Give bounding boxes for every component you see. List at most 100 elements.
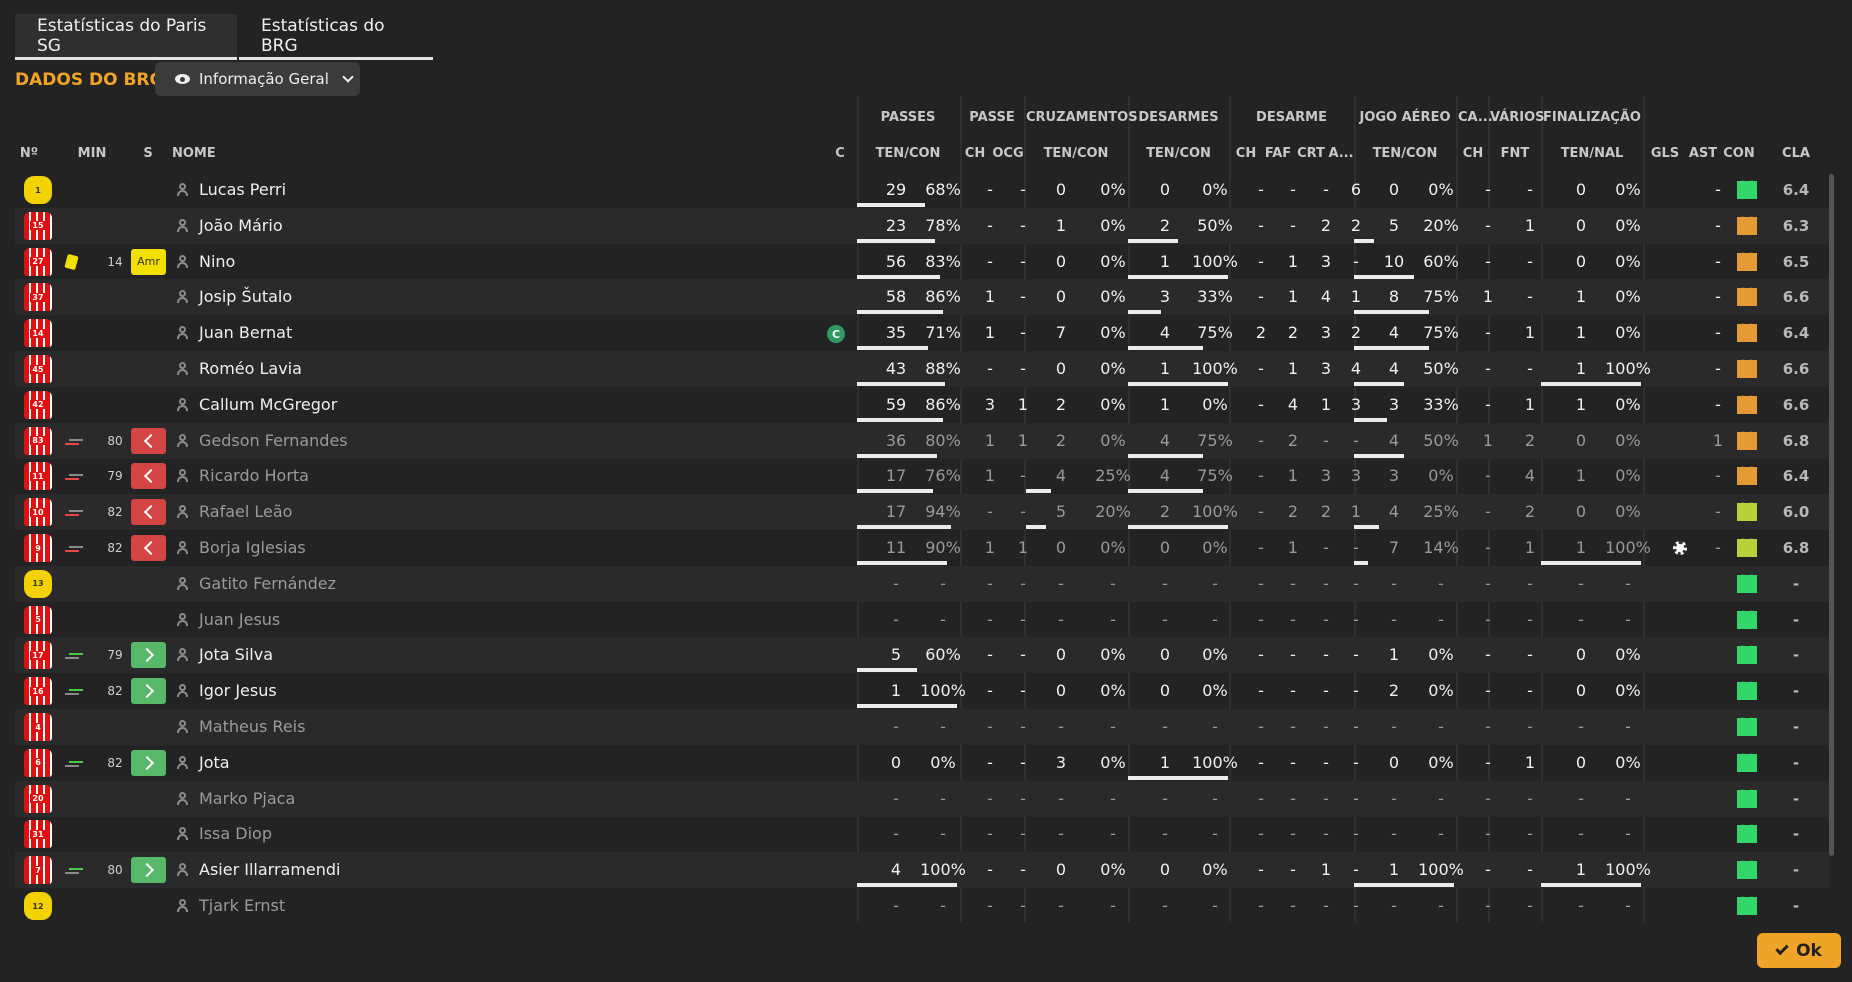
player-name[interactable]: Ricardo Horta	[199, 458, 309, 494]
column-header-gls[interactable]: GLS	[1650, 146, 1680, 161]
aerial-attempted: -	[1391, 896, 1397, 915]
player-row[interactable]: 16 82 Igor Jesus 1 100% - -0 0% 0 0% - - - -2 0% - -0 0% -	[15, 673, 1830, 709]
column-header-con[interactable]: CON	[1722, 146, 1756, 161]
player-name[interactable]: Matheus Reis	[199, 709, 305, 745]
passe-ocg: -	[1020, 573, 1026, 593]
desarme-faf: 2	[1287, 323, 1299, 343]
player-row[interactable]: 5 Juan Jesus - - - - - - - - - - - - - - - - - - -	[15, 602, 1830, 638]
player-name[interactable]: João Mário	[199, 208, 283, 244]
ca-ch: -	[1485, 323, 1491, 343]
tab-brg-stats[interactable]: Estatísticas do BRG	[239, 14, 433, 60]
crosses-attempted: -	[1058, 788, 1064, 808]
player-row[interactable]: 37 Josip Šutalo 58 86% 1-0 0% 3 33% -1 4 1 8 75% 1-1 0…	[15, 279, 1830, 316]
condition-heart-icon	[1737, 503, 1757, 522]
desarme-faf: -	[1290, 717, 1296, 736]
subbed-on-button[interactable]	[131, 857, 166, 884]
assists: -	[1715, 323, 1721, 343]
column-header-name[interactable]: NOME	[172, 146, 216, 161]
player-name[interactable]: Josip Šutalo	[199, 279, 292, 315]
player-name[interactable]: Callum McGregor	[199, 387, 337, 423]
player-row[interactable]: 83 80 Gedson Fernandes 36 80% 1 1 2 0% 4 75% -2- -4 5…	[15, 422, 1830, 459]
player-row[interactable]: 9 82 Borja Iglesias 11 90% 1 1 0 0% 0 0% -1- -7 14% -1…	[15, 530, 1830, 566]
column-header-ca-ch[interactable]: CH	[1460, 146, 1486, 161]
column-header-crosses[interactable]: TEN/CON	[1026, 146, 1126, 161]
player-name[interactable]: Issa Diop	[199, 816, 272, 852]
ok-button[interactable]: Ok	[1757, 933, 1841, 968]
player-row[interactable]: 31 Issa Diop - - - - - - - - - - - - - - - - - - -	[15, 816, 1830, 852]
player-name[interactable]: Jota	[199, 745, 230, 781]
aerial-attempted: -	[1391, 788, 1397, 808]
player-name[interactable]: Jota Silva	[199, 637, 273, 673]
player-row[interactable]: 1 Lucas Perri 29 68% - -0 0% 0 0% - - -6 0 0% - -0 0% -6.…	[15, 172, 1830, 208]
column-header-crt[interactable]: CRT	[1296, 146, 1326, 161]
column-header-number[interactable]: Nº	[15, 146, 43, 161]
player-row[interactable]: 42 Callum McGregor 59 86% 3 1 2 0% 1 0% -4 1 3 3 33% -1…	[15, 387, 1830, 423]
player-row[interactable]: 11 79 Ricardo Horta 17 76% 1-4 25% 4 75% -1 3 3 3 0% -…	[15, 458, 1830, 494]
player-row[interactable]: 20 Marko Pjaca - - - - - - - - - - - - - - - - - - -	[15, 780, 1830, 817]
player-rating: -	[1792, 610, 1800, 629]
player-row[interactable]: 17 79 Jota Silva 5 60% - -0 0% 0 0% - - - -1 0% - -0 0% -	[15, 637, 1830, 674]
subbed-on-button[interactable]	[131, 642, 166, 669]
condition-heart-icon	[1737, 288, 1757, 307]
player-row[interactable]: 12 Tjark Ernst - - - - - - - - - - - - - - - - - - -	[15, 888, 1830, 924]
player-name[interactable]: Rafael Leão	[199, 494, 292, 530]
player-name[interactable]: Igor Jesus	[199, 673, 277, 709]
desarme-crt: -	[1323, 609, 1329, 629]
column-header-a[interactable]: A...	[1328, 146, 1354, 161]
column-header-passe-ch[interactable]: CH	[962, 146, 988, 161]
column-header-aerial[interactable]: TEN/CON	[1356, 146, 1454, 161]
column-header-shots[interactable]: TEN/NAL	[1543, 146, 1641, 161]
aerial-attempted: 0	[1388, 180, 1400, 199]
view-selector-dropdown[interactable]: Informação Geral	[155, 62, 360, 96]
column-header-faf[interactable]: FAF	[1264, 146, 1292, 161]
column-header-desarme-ch[interactable]: CH	[1234, 146, 1258, 161]
subbed-off-button[interactable]	[131, 535, 166, 561]
player-name[interactable]: Juan Bernat	[199, 315, 292, 351]
column-header-cla[interactable]: CLA	[1780, 146, 1812, 161]
player-name[interactable]: Juan Jesus	[199, 602, 280, 638]
desarme-crt: 4	[1320, 287, 1332, 307]
subbed-on-button[interactable]	[131, 749, 166, 776]
passe-ch: 1	[984, 466, 996, 486]
shots-on-target-pct: 0%	[1615, 681, 1641, 701]
player-name[interactable]: Marko Pjaca	[199, 781, 295, 817]
column-header-tackles[interactable]: TEN/CON	[1130, 146, 1227, 161]
column-header-passe-ocg[interactable]: OCG	[992, 146, 1024, 161]
player-row[interactable]: 10 82 Rafael Leão 17 94% - -5 20% 2 100% -2 2 1 4 25% -…	[15, 494, 1830, 531]
player-row[interactable]: 7 80 Asier Illarramendi 4 100% - -0 0% 0 0% - -1-1 1…	[15, 852, 1830, 889]
player-row[interactable]: 4 Matheus Reis - - - - - - - - - - - - - - - - - - -	[15, 709, 1830, 745]
player-name[interactable]: Gedson Fernandes	[199, 423, 348, 459]
player-name[interactable]: Tjark Ernst	[199, 888, 285, 924]
crosses-attempted: -	[1058, 896, 1064, 915]
player-name[interactable]: Nino	[199, 244, 235, 280]
column-header-captain[interactable]: C	[830, 146, 850, 161]
crosses-attempted: 0	[1055, 860, 1067, 880]
player-row[interactable]: 15 João Mário 23 78% - -1 0% 2 50% - -2 2 5 20% -1 0 0% -…	[15, 207, 1830, 244]
player-row[interactable]: 14 Juan Bernat C 35 71% 1-7 0% 4 75% 2 2 3 2 4 75% -1 1 0…	[15, 315, 1830, 351]
player-name[interactable]: Borja Iglesias	[199, 530, 306, 566]
player-row[interactable]: 45 Roméo Lavia 43 88% - -0 0% 1 100% -1 3 4 4 50% - -1 1…	[15, 351, 1830, 387]
scrollbar[interactable]	[1829, 174, 1834, 856]
subbed-off-button[interactable]	[131, 499, 166, 526]
tab-paris-sg-stats[interactable]: Estatísticas do Paris SG	[15, 14, 237, 60]
subbed-off-button[interactable]	[131, 427, 166, 454]
column-header-sub[interactable]: S	[138, 146, 158, 161]
player-name[interactable]: Asier Illarramendi	[199, 852, 341, 888]
player-row[interactable]: 6 82 Jota 0 0% - -3 0% 1 100% - - - -0 0% -1 0 0% -	[15, 745, 1830, 781]
player-row[interactable]: 13 Gatito Fernández - - - - - - - - - - - - - - - - - - -	[15, 565, 1830, 602]
subbed-on-button[interactable]	[131, 678, 166, 705]
column-header-min[interactable]: MIN	[72, 146, 112, 161]
percentage-bar	[857, 525, 951, 530]
player-name[interactable]: Roméo Lavia	[199, 351, 302, 387]
passe-ch: -	[987, 681, 993, 701]
player-name[interactable]: Gatito Fernández	[199, 566, 336, 602]
percentage-bar	[1128, 274, 1228, 279]
column-header-passes[interactable]: TEN/CON	[858, 146, 958, 161]
desarme-ch: -	[1258, 394, 1264, 414]
subbed-off-button[interactable]	[131, 463, 166, 490]
column-header-fnt[interactable]: FNT	[1500, 146, 1530, 161]
person-icon	[176, 541, 189, 554]
player-name[interactable]: Lucas Perri	[199, 172, 286, 208]
player-row[interactable]: 27 14 Amr Nino 56 83% - -0 0% 1 100% -1 3-10 60% - -0 0%…	[15, 244, 1830, 280]
column-header-ast[interactable]: AST	[1688, 146, 1718, 161]
